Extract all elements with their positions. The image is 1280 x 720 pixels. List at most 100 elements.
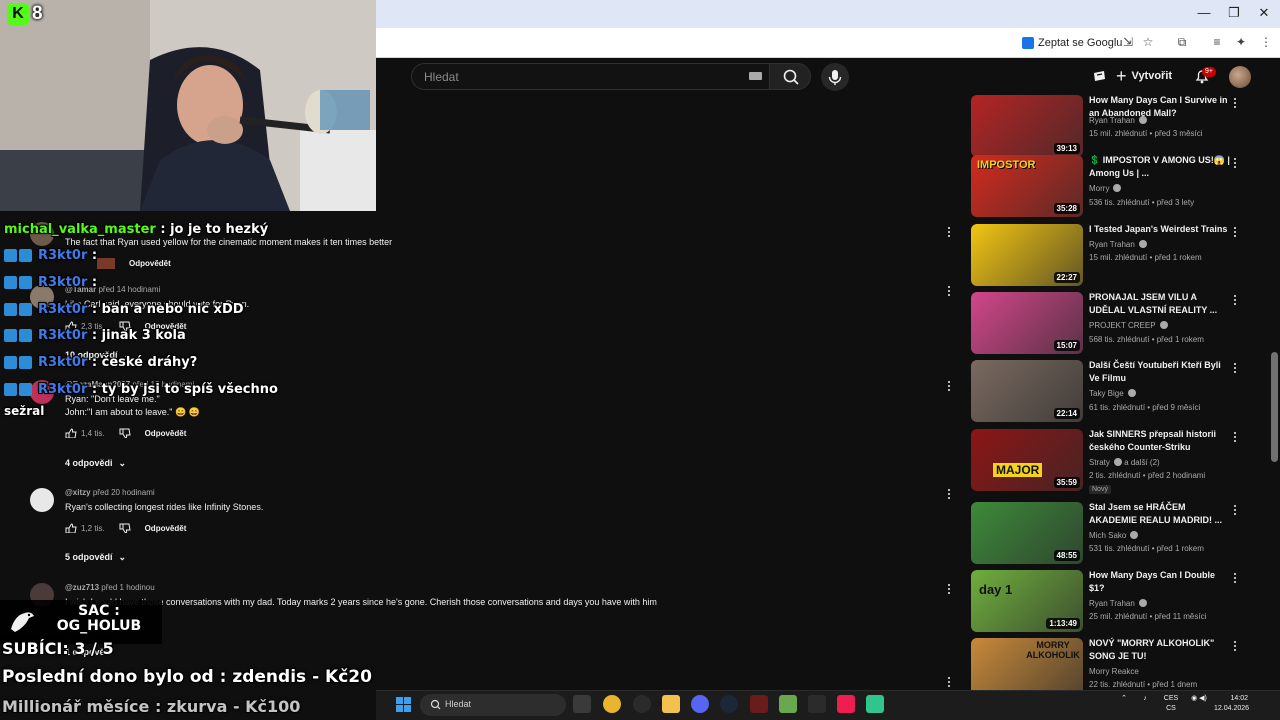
video-thumbnail[interactable]: 39:13 — [971, 95, 1083, 157]
comment-menu-button[interactable] — [946, 488, 952, 502]
minecraft-icon[interactable] — [779, 695, 797, 713]
maximize-button[interactable]: ❐ — [1218, 5, 1250, 23]
related-video[interactable]: MAJOR 35:59 Jak SINNERS přepsali histori… — [971, 428, 1261, 494]
minimize-button[interactable]: — — [1188, 5, 1220, 23]
video-channel[interactable]: Morry Reakce — [1089, 667, 1139, 676]
related-video[interactable]: 22:14 Další Čeští Youtubeři Kteří Byli V… — [971, 360, 1261, 422]
video-thumbnail[interactable]: 22:14 — [971, 360, 1083, 422]
discord-icon[interactable] — [691, 695, 709, 713]
taskbar-search[interactable]: Hledat — [420, 694, 566, 716]
video-channel[interactable]: Taky Bige — [1089, 389, 1136, 398]
video-title[interactable]: I Tested Japan's Weirdest Trains — [1089, 223, 1231, 236]
account-avatar[interactable] — [1229, 66, 1251, 88]
video-thumbnail[interactable]: MAJOR 35:59 — [971, 429, 1083, 491]
view-replies-button[interactable]: 4 odpovědi ⌄ — [65, 458, 126, 469]
related-video[interactable]: 48:55 Stal Jsem se HRÁČEM AKADEMIE REALU… — [971, 502, 1261, 564]
reply-button[interactable]: Odpovědět — [129, 259, 171, 268]
related-video[interactable]: 15:07 PRONAJAL JSEM VILU A UDĚLAL VLASTN… — [971, 292, 1261, 354]
video-menu-button[interactable] — [1232, 362, 1238, 376]
dislike-icon[interactable] — [119, 428, 131, 438]
notepad-icon[interactable] — [866, 695, 884, 713]
video-title[interactable]: Další Čeští Youtubeři Kteří Byli Ve Film… — [1089, 359, 1231, 385]
video-menu-button[interactable] — [1232, 504, 1238, 518]
comment-menu-button[interactable] — [946, 676, 952, 690]
network-volume-icons[interactable]: ◉ ◀) — [1186, 694, 1212, 704]
language-indicator[interactable]: CES CS — [1160, 694, 1182, 714]
video-title[interactable]: NOVÝ "MORRY ALKOHOLIK" SONG JE TU! — [1089, 637, 1231, 663]
search-button[interactable] — [769, 63, 811, 90]
video-menu-button[interactable] — [1232, 640, 1238, 654]
bookmark-star-icon[interactable]: ☆ — [1140, 34, 1156, 50]
reply-button[interactable]: Odpovědět — [145, 524, 187, 533]
page-scrollbar[interactable] — [1271, 352, 1278, 462]
tray-mic-icon[interactable]: ♪ — [1138, 694, 1152, 704]
video-channel[interactable]: Ryan Trahan — [1089, 599, 1147, 608]
video-title[interactable]: How Many Days Can I Double $1? — [1089, 569, 1231, 595]
reading-list-icon[interactable]: ≡ — [1209, 34, 1225, 50]
ask-google-button[interactable]: Zeptat se Googlu — [1022, 35, 1122, 51]
video-channel[interactable]: Ryan Trahan — [1089, 116, 1147, 125]
windows-start-icon[interactable] — [396, 697, 412, 713]
keyboard-icon[interactable] — [749, 72, 762, 80]
video-thumbnail[interactable]: IMPOSTOR 35:28 — [971, 155, 1083, 217]
related-video[interactable]: MORRY ALKOHOLIK NOVÝ "MORRY ALKOHOLIK" S… — [971, 638, 1261, 690]
video-title[interactable]: PRONAJAL JSEM VILU A UDĚLAL VLASTNÍ REAL… — [1089, 291, 1231, 317]
like-icon[interactable] — [65, 428, 77, 438]
video-thumbnail[interactable]: 15:07 — [971, 292, 1083, 354]
video-thumbnail[interactable]: 22:27 — [971, 224, 1083, 286]
obs-icon[interactable] — [750, 695, 768, 713]
related-video[interactable]: 39:13 How Many Days Can I Survive in an … — [971, 95, 1261, 157]
video-menu-button[interactable] — [1232, 294, 1238, 308]
video-thumbnail[interactable]: MORRY ALKOHOLIK — [971, 638, 1083, 690]
install-icon[interactable]: ⇲ — [1120, 34, 1136, 50]
video-title[interactable]: Jak SINNERS přepsali historii českého Co… — [1089, 428, 1231, 454]
capcut-icon[interactable] — [808, 695, 826, 713]
cast-icon[interactable] — [1091, 68, 1107, 84]
create-button[interactable]: + Vytvořit — [1116, 66, 1172, 86]
comment-handle[interactable]: @xitzy — [65, 488, 91, 497]
voice-search-button[interactable] — [821, 63, 849, 91]
extension-app-icon[interactable]: ✦ — [1233, 34, 1249, 50]
comment-menu-button[interactable] — [946, 226, 952, 240]
steam-icon[interactable] — [720, 695, 738, 713]
comment-avatar[interactable] — [30, 488, 54, 512]
video-title[interactable]: Stal Jsem se HRÁČEM AKADEMIE REALU MADRI… — [1089, 501, 1231, 527]
video-channel[interactable]: PROJEKT CREEP — [1089, 321, 1168, 330]
verified-check-icon — [1130, 531, 1139, 539]
close-window-button[interactable]: ✕ — [1248, 5, 1280, 23]
comment-menu-button[interactable] — [946, 380, 952, 394]
file-explorer-icon[interactable] — [662, 695, 680, 713]
video-menu-button[interactable] — [1232, 226, 1238, 240]
browser-menu-icon[interactable]: ⋮ — [1258, 34, 1274, 50]
video-thumbnail[interactable]: day 1 1:13:49 — [971, 570, 1083, 632]
comment-time: před 1 hodinou — [101, 583, 155, 592]
app-icon[interactable] — [633, 695, 651, 713]
reply-button[interactable]: Odpovědět — [145, 429, 187, 438]
dislike-icon[interactable] — [119, 523, 131, 533]
video-channel[interactable]: Straty a další (2) — [1089, 458, 1160, 467]
comment-menu-button[interactable] — [946, 583, 952, 597]
taskbar-clock[interactable]: 14:02 12.04.2026 — [1214, 694, 1249, 714]
tray-overflow-icon[interactable]: ⌃ — [1118, 694, 1130, 704]
search-input[interactable]: Hledat — [411, 63, 769, 90]
video-channel[interactable]: Morry — [1089, 184, 1122, 193]
extensions-icon[interactable]: ⧉ — [1174, 34, 1190, 50]
video-menu-button[interactable] — [1232, 97, 1238, 111]
view-replies-button[interactable]: 5 odpovědí ⌄ — [65, 552, 126, 563]
related-video[interactable]: 22:27 I Tested Japan's Weirdest Trains R… — [971, 224, 1261, 286]
video-channel[interactable]: Ryan Trahan — [1089, 240, 1147, 249]
chrome-icon[interactable] — [603, 695, 621, 713]
task-view-icon[interactable] — [573, 695, 591, 713]
comment-handle[interactable]: @zuz713 — [65, 583, 99, 592]
video-title[interactable]: 💲 IMPOSTOR V AMONG US!😱 | Among Us | ... — [1089, 154, 1231, 180]
like-icon[interactable] — [65, 523, 77, 533]
related-video[interactable]: IMPOSTOR 35:28 💲 IMPOSTOR V AMONG US!😱 |… — [971, 155, 1261, 217]
video-menu-button[interactable] — [1232, 431, 1238, 445]
video-menu-button[interactable] — [1232, 572, 1238, 586]
video-thumbnail[interactable]: 48:55 — [971, 502, 1083, 564]
video-channel[interactable]: Mich Sako — [1089, 531, 1139, 540]
video-menu-button[interactable] — [1232, 157, 1238, 171]
tiktok-icon[interactable] — [837, 695, 855, 713]
comment-menu-button[interactable] — [946, 285, 952, 299]
related-video[interactable]: day 1 1:13:49 How Many Days Can I Double… — [971, 570, 1261, 632]
